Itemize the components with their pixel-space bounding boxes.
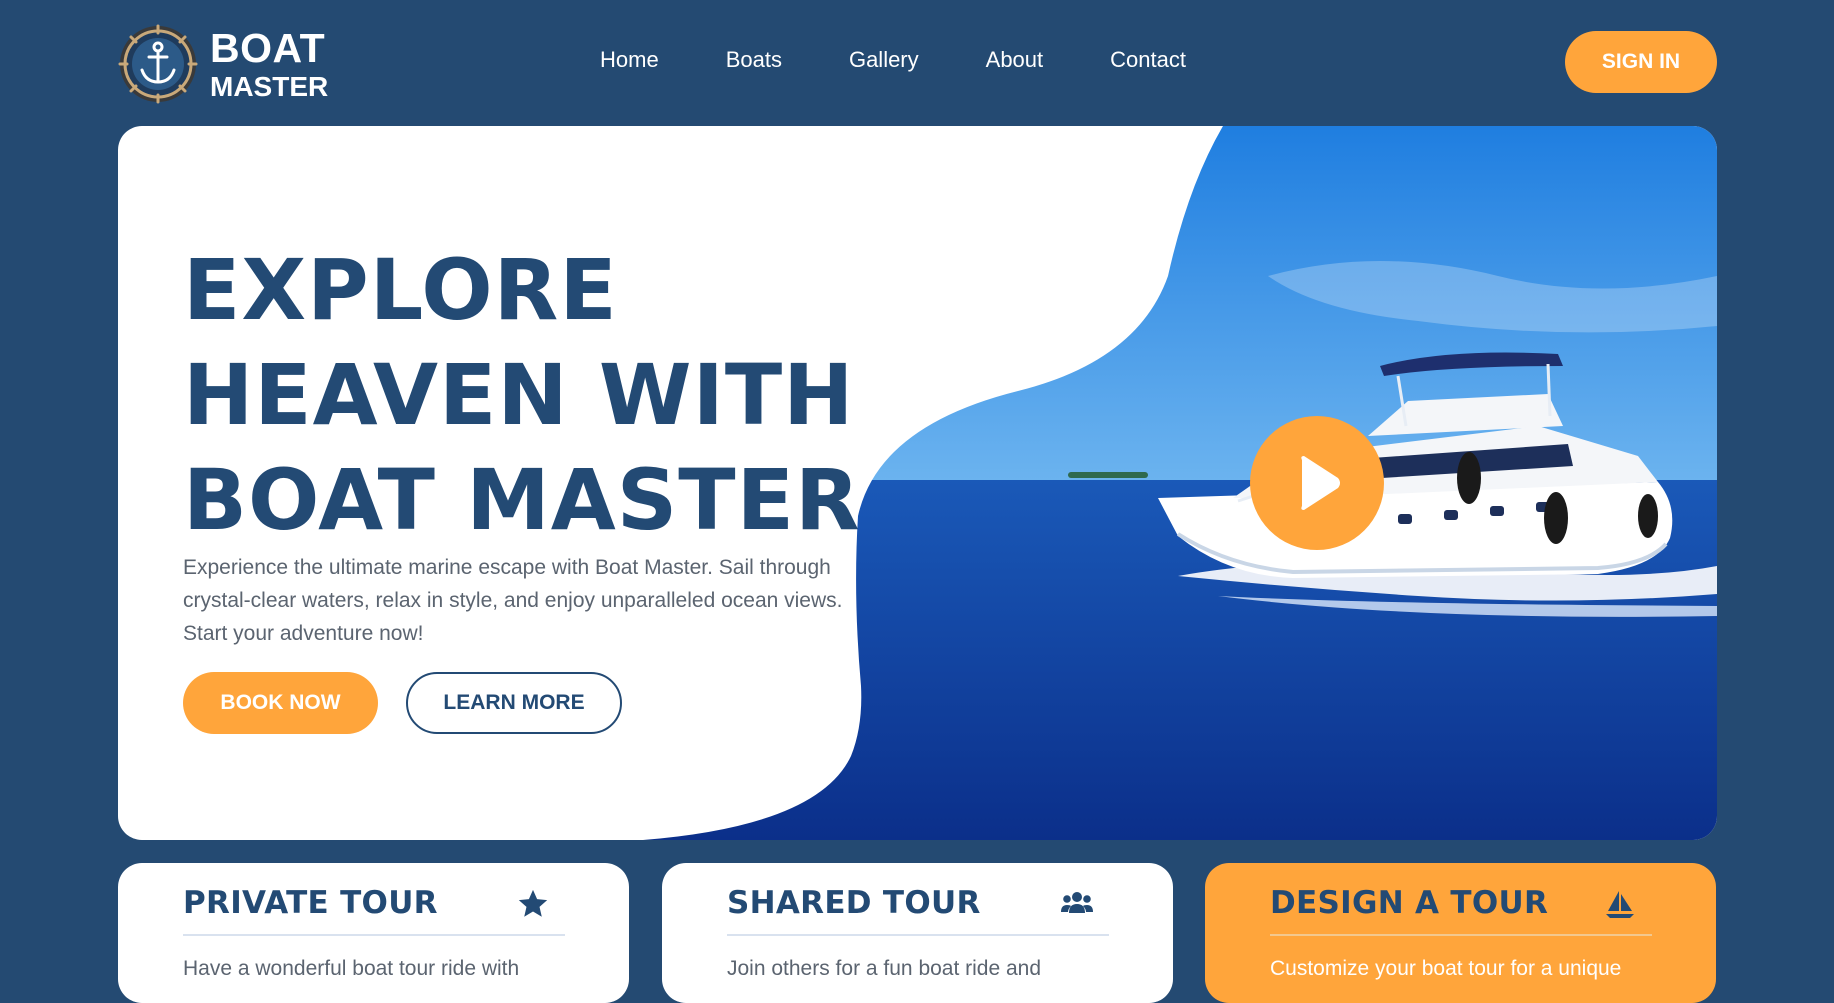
private-tour-card[interactable]: PRIVATE TOUR Have a wonderful boat tour … — [118, 863, 629, 1003]
nav-home[interactable]: Home — [600, 47, 659, 73]
card-description: Have a wonderful boat tour ride with — [183, 957, 520, 980]
book-now-button[interactable]: BOOK NOW — [183, 672, 378, 734]
nav-contact[interactable]: Contact — [1110, 47, 1186, 73]
card-title: SHARED TOUR — [727, 885, 981, 921]
sign-in-button[interactable]: SIGN IN — [1565, 31, 1717, 93]
card-description: Customize your boat tour for a unique — [1270, 957, 1622, 980]
hero-title: EXPLORE HEAVEN WITH BOAT MASTER — [183, 238, 861, 553]
users-icon — [1061, 892, 1093, 913]
learn-more-button[interactable]: LEARN MORE — [406, 672, 622, 734]
card-title: DESIGN A TOUR — [1270, 885, 1549, 921]
anchor-wheel-icon — [118, 24, 198, 104]
hero-description: Experience the ultimate marine escape wi… — [183, 556, 843, 645]
card-divider — [1270, 934, 1652, 936]
hero-section: EXPLORE HEAVEN WITH BOAT MASTER Experien… — [118, 126, 1717, 840]
play-icon[interactable] — [1250, 416, 1384, 550]
nav-about[interactable]: About — [986, 47, 1044, 73]
card-divider — [727, 934, 1109, 936]
sailboat-icon — [1606, 891, 1634, 918]
hero-title-line3: BOAT MASTER — [183, 451, 861, 549]
brand-name-line1: BOAT — [210, 24, 326, 71]
shared-tour-card[interactable]: SHARED TOUR Join others for a fun boat r… — [662, 863, 1173, 1003]
hero-title-line1: EXPLORE — [183, 241, 618, 339]
card-divider — [183, 934, 565, 936]
nav-gallery[interactable]: Gallery — [849, 47, 919, 73]
card-title: PRIVATE TOUR — [183, 885, 438, 921]
brand-logo[interactable]: BOAT MASTER — [118, 24, 448, 104]
nav-boats[interactable]: Boats — [726, 47, 782, 73]
card-description: Join others for a fun boat ride and — [727, 957, 1042, 980]
brand-name-line2: MASTER — [210, 70, 329, 102]
star-icon — [518, 889, 548, 917]
hero-title-line2: HEAVEN WITH — [183, 346, 855, 444]
main-nav: Home Boats Gallery About Contact — [600, 47, 1253, 73]
design-tour-card[interactable]: DESIGN A TOUR Customize your boat tour f… — [1205, 863, 1716, 1003]
